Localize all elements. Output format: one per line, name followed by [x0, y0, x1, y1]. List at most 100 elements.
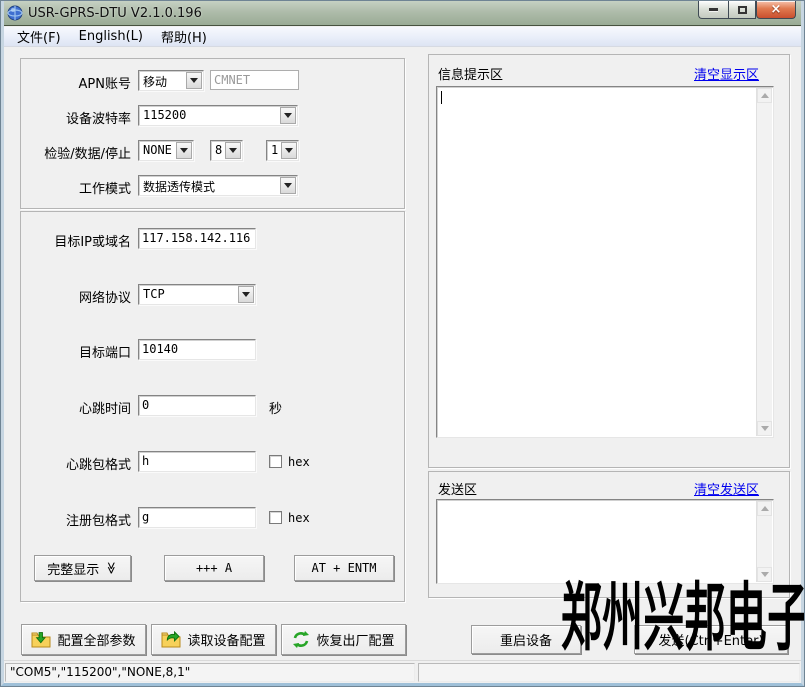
heartbeat-hex-checkbox[interactable] [269, 455, 282, 468]
window-controls: × [698, 1, 796, 19]
read-config-button[interactable]: 读取设备配置 [151, 624, 276, 655]
app-window: USR-GPRS-DTU V2.1.0.196 × 文件(F) English(… [0, 0, 805, 687]
full-display-label: 完整显示 [47, 559, 99, 578]
menu-english[interactable]: English(L) [70, 27, 152, 46]
full-display-button[interactable]: 完整显示 ≫ [34, 555, 131, 581]
chevron-double-down-icon: ≫ [105, 562, 119, 575]
at-entm-label: AT + ENTM [311, 561, 376, 575]
send-button-label: 发送(Ctrl+Enter) [658, 630, 763, 649]
restart-device-label: 重启设备 [500, 630, 552, 649]
folder-download-icon [31, 631, 51, 648]
stopbits-select[interactable]: 1 [266, 140, 299, 161]
title-bar[interactable]: USR-GPRS-DTU V2.1.0.196 [1, 1, 804, 26]
menu-file[interactable]: 文件(F) [8, 25, 70, 48]
minimize-icon [709, 8, 718, 11]
folder-upload-icon [161, 631, 181, 648]
restart-device-button[interactable]: 重启设备 [471, 625, 581, 654]
close-icon: × [771, 2, 782, 17]
read-config-label: 读取设备配置 [187, 630, 265, 649]
send-scrollbar[interactable] [756, 501, 772, 582]
baud-select[interactable]: 115200 [138, 105, 298, 126]
protocol-select[interactable]: TCP [138, 284, 256, 305]
chevron-down-icon [190, 78, 198, 83]
chevron-down-icon [284, 113, 292, 118]
chevron-down-icon [242, 292, 250, 297]
stopbits-value: 1 [271, 143, 278, 157]
work-mode-value: 数据透传模式 [143, 178, 215, 195]
register-format-field[interactable]: g [138, 507, 256, 528]
protocol-value: TCP [143, 287, 165, 301]
clear-display-link[interactable]: 清空显示区 [694, 64, 759, 83]
info-panel-title: 信息提示区 [438, 64, 503, 83]
chevron-down-icon [229, 148, 237, 153]
refresh-arrows-icon [292, 631, 310, 648]
apn-carrier-dropdown-button[interactable] [186, 72, 202, 89]
heartbeat-time-label: 心跳时间 [19, 398, 131, 417]
clear-send-link[interactable]: 清空发送区 [694, 479, 759, 498]
parity-value: NONE [143, 143, 172, 157]
heartbeat-format-label: 心跳包格式 [19, 454, 131, 473]
maximize-icon [738, 6, 747, 14]
seconds-unit-label: 秒 [269, 398, 282, 417]
work-mode-dropdown-button[interactable] [280, 177, 296, 194]
scroll-down-icon[interactable] [757, 567, 772, 582]
target-port-label: 目标端口 [19, 342, 131, 361]
menu-bar: 文件(F) English(L) 帮助(H) [2, 27, 805, 47]
target-ip-label: 目标IP或域名 [19, 231, 131, 250]
plus-a-label: +++ A [196, 561, 232, 575]
parity-label: 检验/数据/停止 [19, 143, 131, 162]
baud-label: 设备波特率 [19, 108, 131, 127]
text-caret [441, 91, 442, 104]
parity-select[interactable]: NONE [138, 140, 194, 161]
stopbits-dropdown-button[interactable] [281, 142, 297, 159]
work-mode-label: 工作模式 [19, 178, 131, 197]
close-button[interactable]: × [756, 1, 796, 19]
plus-plus-plus-a-button[interactable]: +++ A [164, 555, 264, 581]
chevron-down-icon [285, 148, 293, 153]
target-ip-field[interactable]: 117.158.142.116 [138, 228, 256, 249]
info-display-textarea[interactable] [436, 86, 774, 438]
scroll-up-icon[interactable] [757, 501, 772, 516]
databits-value: 8 [215, 143, 222, 157]
scroll-down-icon[interactable] [757, 421, 772, 436]
parity-dropdown-button[interactable] [176, 142, 192, 159]
baud-dropdown-button[interactable] [280, 107, 296, 124]
status-right-panel [418, 663, 800, 682]
send-textarea[interactable] [436, 499, 774, 584]
apn-label: APN账号 [19, 73, 131, 92]
maximize-button[interactable] [728, 1, 756, 19]
heartbeat-format-field[interactable]: h [138, 451, 256, 472]
target-port-field[interactable]: 10140 [138, 339, 256, 360]
at-entm-button[interactable]: AT + ENTM [294, 555, 394, 581]
factory-reset-button[interactable]: 恢复出厂配置 [281, 624, 406, 655]
window-title: USR-GPRS-DTU V2.1.0.196 [28, 6, 202, 21]
menu-help[interactable]: 帮助(H) [152, 25, 216, 48]
factory-reset-label: 恢复出厂配置 [316, 630, 394, 649]
register-format-label: 注册包格式 [19, 510, 131, 529]
chevron-down-icon [180, 148, 188, 153]
info-scrollbar[interactable] [756, 88, 772, 436]
scroll-up-icon[interactable] [757, 88, 772, 103]
apn-carrier-value: 移动 [143, 73, 167, 90]
chevron-down-icon [284, 183, 292, 188]
app-icon [7, 5, 23, 21]
status-connection-panel: "COM5","115200","NONE,8,1" [5, 663, 415, 682]
heartbeat-hex-label: hex [288, 455, 310, 469]
protocol-dropdown-button[interactable] [238, 286, 254, 303]
status-bar: "COM5","115200","NONE,8,1" [4, 660, 801, 683]
configure-all-label: 配置全部参数 [57, 630, 135, 649]
apn-name-field[interactable]: CMNET [210, 70, 299, 90]
configure-all-button[interactable]: 配置全部参数 [21, 624, 146, 655]
work-mode-select[interactable]: 数据透传模式 [138, 175, 298, 196]
send-panel-title: 发送区 [438, 479, 477, 498]
minimize-button[interactable] [698, 1, 728, 19]
databits-dropdown-button[interactable] [225, 142, 241, 159]
send-button[interactable]: 发送(Ctrl+Enter) [634, 625, 788, 654]
protocol-label: 网络协议 [19, 287, 131, 306]
register-hex-label: hex [288, 511, 310, 525]
databits-select[interactable]: 8 [210, 140, 243, 161]
baud-value: 115200 [143, 108, 186, 122]
heartbeat-time-field[interactable]: 0 [138, 395, 256, 416]
apn-carrier-select[interactable]: 移动 [138, 70, 204, 91]
register-hex-checkbox[interactable] [269, 511, 282, 524]
